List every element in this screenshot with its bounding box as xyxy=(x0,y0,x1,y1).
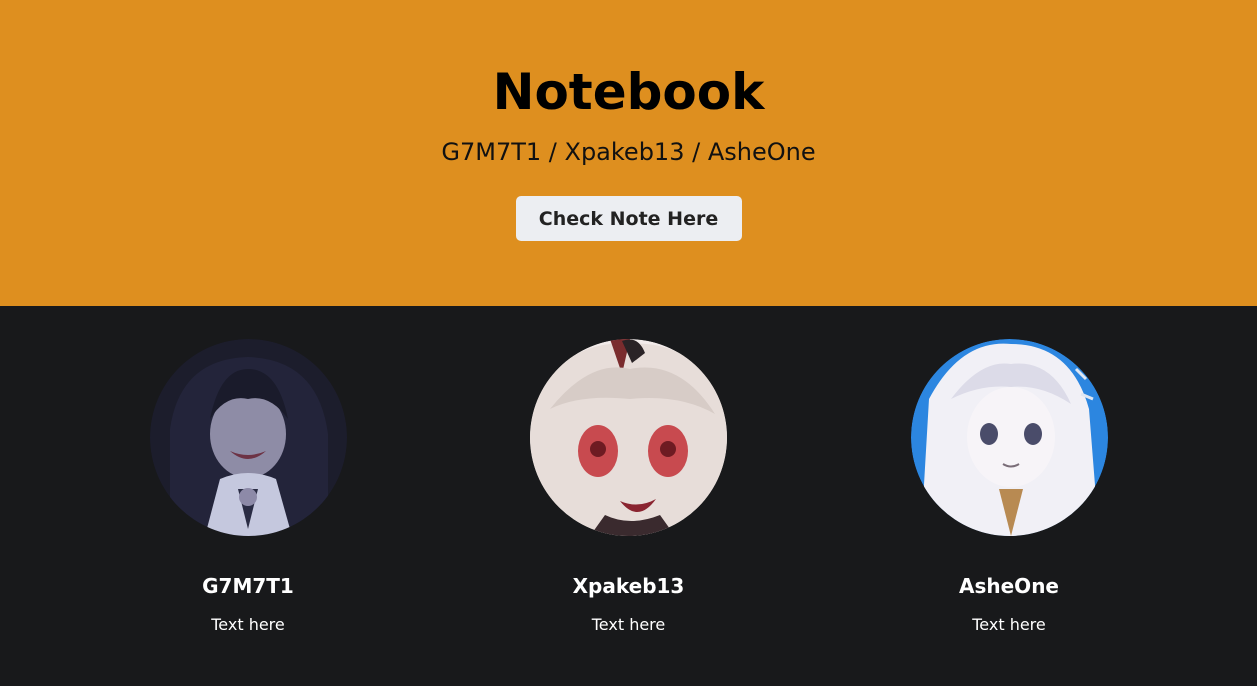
member-text: Text here xyxy=(211,615,285,634)
check-note-button[interactable]: Check Note Here xyxy=(515,196,742,241)
member-name: Xpakeb13 xyxy=(572,574,685,598)
member-text: Text here xyxy=(591,615,666,634)
member-text: Text here xyxy=(972,615,1046,634)
avatar-horned-character-icon xyxy=(530,339,727,536)
member-name: AsheOne xyxy=(959,574,1059,598)
hero-section: Notebook G7M7T1 / Xpakeb13 / AsheOne Che… xyxy=(0,0,1257,306)
hero-subtitle: G7M7T1 / Xpakeb13 / AsheOne xyxy=(441,138,816,166)
member-name: G7M7T1 xyxy=(202,574,294,598)
member-card: AsheOne Text here xyxy=(819,339,1199,686)
team-section: G7M7T1 Text here Xpakeb13 Text here Ashe… xyxy=(0,306,1257,686)
avatar-white-haired-character-icon xyxy=(910,339,1108,536)
member-card: G7M7T1 Text here xyxy=(58,339,438,686)
member-card: Xpakeb13 Text here xyxy=(439,339,819,686)
avatar-dark-haired-character-icon xyxy=(149,339,347,536)
page-title: Notebook xyxy=(492,63,765,121)
